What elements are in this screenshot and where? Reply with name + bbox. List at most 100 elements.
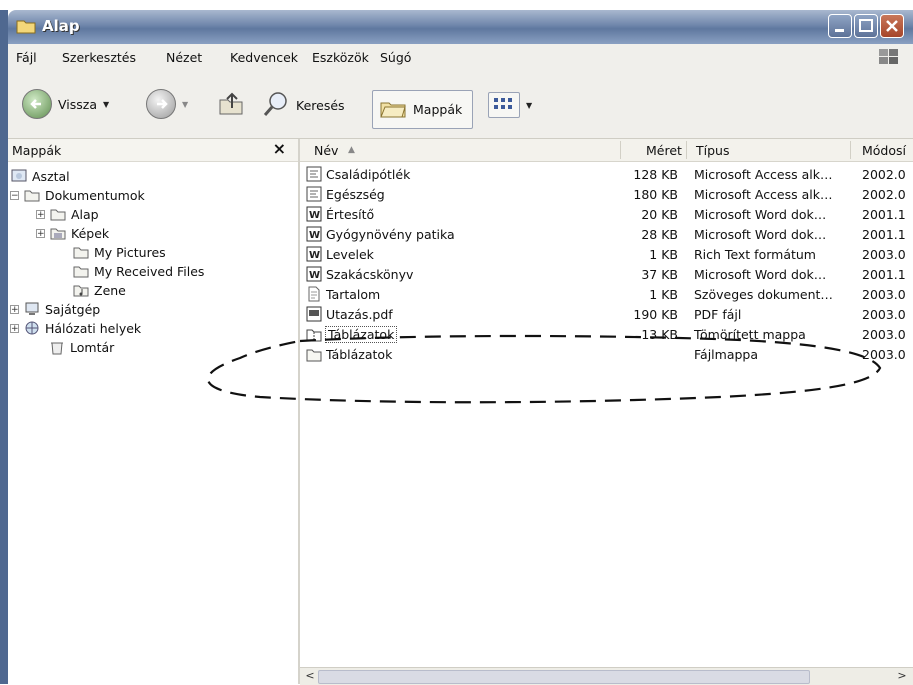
forward-button[interactable]: ▼: [146, 89, 188, 119]
expand-icon[interactable]: +: [10, 323, 19, 333]
file-name: Táblázatok: [324, 326, 398, 343]
table-row[interactable]: W Értesítő 20 KB Microsoft Word dok… 200…: [300, 205, 913, 225]
text-file-icon: [306, 286, 322, 302]
file-modified: 2003.0: [862, 327, 906, 342]
word-file-icon: W: [306, 206, 322, 222]
tree-item-halozati-helyek[interactable]: + Hálózati helyek: [10, 319, 141, 337]
file-size: 28 KB: [641, 227, 678, 242]
window-title: Alap: [42, 17, 80, 35]
access-file-icon: [306, 166, 322, 182]
folder-icon: [72, 244, 90, 260]
dropdown-arrow-icon[interactable]: ▼: [103, 100, 109, 109]
table-row[interactable]: Táblázatok 13 KB Tömörített mappa 2003.0: [300, 325, 913, 345]
file-modified: 2003.0: [862, 307, 906, 322]
table-row[interactable]: Tartalom 1 KB Szöveges dokument… 2003.0: [300, 285, 913, 305]
dropdown-arrow-icon[interactable]: ▼: [526, 101, 532, 110]
folders-label: Mappák: [413, 102, 463, 117]
documents-folder-icon: [23, 187, 41, 203]
expand-icon[interactable]: +: [10, 304, 19, 314]
folders-pane: Mappák × Asztal − Dokumentumok + Alap + …: [8, 139, 300, 684]
folders-button[interactable]: Mappák: [372, 90, 474, 129]
expand-icon[interactable]: +: [36, 209, 45, 219]
menu-favorites[interactable]: Kedvencek: [230, 50, 298, 65]
column-header-row: Név ▲ Méret Típus Módosí: [300, 139, 913, 162]
maximize-button[interactable]: [854, 14, 878, 38]
file-name: Családipótlék: [326, 167, 411, 182]
table-row[interactable]: W Szakácskönyv 37 KB Microsoft Word dok……: [300, 265, 913, 285]
file-size: 1 KB: [649, 287, 678, 302]
file-name: Táblázatok: [326, 347, 393, 362]
file-name: Értesítő: [326, 207, 375, 222]
file-modified: 2001.1: [862, 227, 906, 242]
menu-help[interactable]: Súgó: [380, 50, 411, 65]
tree-item-zene[interactable]: Zene: [72, 281, 126, 299]
tree-item-dokumentumok[interactable]: − Dokumentumok: [10, 186, 145, 204]
file-type: Szöveges dokument…: [694, 287, 833, 302]
search-icon: [262, 90, 290, 121]
horizontal-scrollbar[interactable]: < >: [300, 667, 913, 685]
file-modified: 2002.0: [862, 187, 906, 202]
back-button[interactable]: Vissza ▼: [22, 89, 109, 119]
table-row[interactable]: W Levelek 1 KB Rich Text formátum 2003.0: [300, 245, 913, 265]
close-icon[interactable]: ×: [273, 139, 286, 158]
search-button[interactable]: Keresés: [262, 90, 345, 121]
toolbar: Vissza ▼ ▼ Keresés Mappák ▼: [8, 70, 913, 139]
file-type: Microsoft Access alk…: [694, 187, 833, 202]
scrollbar-thumb[interactable]: [318, 670, 810, 684]
music-folder-icon: [72, 282, 90, 298]
close-button[interactable]: [880, 14, 904, 38]
menu-file[interactable]: Fájl: [16, 50, 37, 65]
column-header-name[interactable]: Név: [314, 143, 338, 158]
table-row[interactable]: Egészség 180 KB Microsoft Access alk… 20…: [300, 185, 913, 205]
file-size: 20 KB: [641, 207, 678, 222]
tree-item-my-received-files[interactable]: My Received Files: [72, 262, 204, 280]
title-bar[interactable]: Alap: [8, 10, 913, 44]
scroll-left-button[interactable]: <: [302, 668, 318, 684]
search-label: Keresés: [296, 98, 345, 113]
menu-view[interactable]: Nézet: [166, 50, 202, 65]
tree-item-lomtar[interactable]: Lomtár: [48, 338, 114, 356]
column-header-size[interactable]: Méret: [646, 143, 682, 158]
column-separator[interactable]: [850, 141, 851, 159]
column-separator[interactable]: [620, 141, 621, 159]
back-arrow-icon: [22, 89, 52, 119]
file-type: Rich Text formátum: [694, 247, 816, 262]
tree-item-label: My Received Files: [94, 263, 205, 279]
table-row[interactable]: Családipótlék 128 KB Microsoft Access al…: [300, 165, 913, 185]
folders-icon: [379, 97, 407, 122]
sort-ascending-icon: ▲: [348, 145, 355, 155]
views-button[interactable]: ▼: [488, 92, 532, 118]
file-type: Fájlmappa: [694, 347, 759, 362]
file-type: Microsoft Word dok…: [694, 267, 827, 282]
table-row[interactable]: Utazás.pdf 190 KB PDF fájl 2003.0: [300, 305, 913, 325]
window-frame-left: [0, 10, 8, 684]
zip-folder-icon: [306, 326, 322, 342]
word-file-icon: W: [306, 226, 322, 242]
expand-icon[interactable]: +: [36, 228, 45, 238]
up-folder-button[interactable]: [216, 88, 246, 121]
table-row[interactable]: W Gyógynövény patika 28 KB Microsoft Wor…: [300, 225, 913, 245]
tree-item-label: Lomtár: [70, 339, 115, 355]
tree-item-asztal[interactable]: Asztal: [10, 167, 70, 185]
folder-icon: [16, 18, 36, 34]
minimize-button[interactable]: [828, 14, 852, 38]
scroll-right-button[interactable]: >: [894, 668, 910, 684]
menu-edit[interactable]: Szerkesztés: [62, 50, 136, 65]
file-name: Levelek: [326, 247, 374, 262]
tree-item-alap[interactable]: + Alap: [36, 205, 99, 223]
column-header-type[interactable]: Típus: [696, 143, 729, 158]
column-separator[interactable]: [686, 141, 687, 159]
file-modified: 2003.0: [862, 347, 906, 362]
tree-item-sajatgep[interactable]: + Sajátgép: [10, 300, 100, 318]
tree-item-my-pictures[interactable]: My Pictures: [72, 243, 166, 261]
column-header-modified[interactable]: Módosí: [862, 143, 906, 158]
file-size: 190 KB: [633, 307, 678, 322]
dropdown-arrow-icon[interactable]: ▼: [182, 100, 188, 109]
tree-item-kepek[interactable]: + Képek: [36, 224, 109, 242]
pdf-file-icon: [306, 306, 322, 322]
menu-tools[interactable]: Eszközök: [312, 50, 369, 65]
table-row[interactable]: Táblázatok Fájlmappa 2003.0: [300, 345, 913, 365]
file-modified: 2002.0: [862, 167, 906, 182]
collapse-icon[interactable]: −: [10, 190, 19, 200]
svg-text:W: W: [309, 250, 320, 261]
